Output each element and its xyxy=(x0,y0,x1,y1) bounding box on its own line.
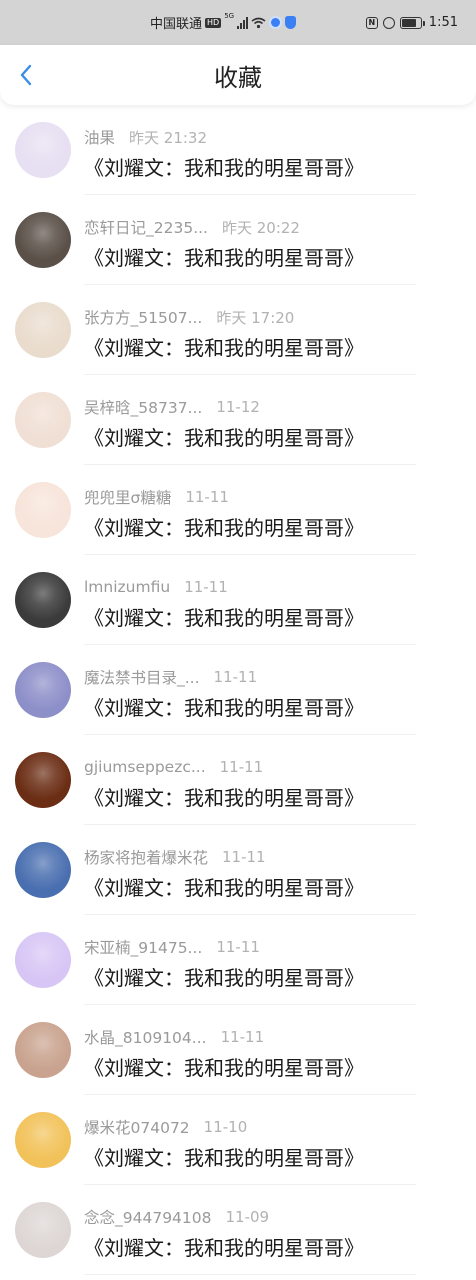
user-name[interactable]: 油果 xyxy=(84,126,115,148)
item-date: 11-09 xyxy=(225,1208,270,1226)
item-meta: 爆米花074072 11-10 xyxy=(84,1116,247,1138)
avatar[interactable] xyxy=(15,212,71,268)
user-name[interactable]: 魔法禁书目录_... xyxy=(84,666,200,688)
user-name[interactable]: 兜兜里σ糖糖 xyxy=(84,486,171,508)
item-meta: lmnizumfiu 11-11 xyxy=(84,576,228,598)
item-meta: 念念_944794108 11-09 xyxy=(84,1206,269,1228)
list-item[interactable]: gjiumseppezc... 11-11 《刘耀文：我和我的明星哥哥》 xyxy=(0,735,476,825)
user-name[interactable]: 张方方_51507... xyxy=(84,306,202,328)
item-date: 11-10 xyxy=(203,1118,248,1136)
list-item[interactable]: 兜兜里σ糖糖 11-11 《刘耀文：我和我的明星哥哥》 xyxy=(0,465,476,555)
item-meta: 油果 昨天 21:32 xyxy=(84,126,207,148)
avatar[interactable] xyxy=(15,662,71,718)
list-item[interactable]: 宋亚楠_91475... 11-11 《刘耀文：我和我的明星哥哥》 xyxy=(0,915,476,1005)
alarm-icon xyxy=(382,16,395,29)
book-title[interactable]: 《刘耀文：我和我的明星哥哥》 xyxy=(84,782,364,811)
status-right: N 1:51 xyxy=(365,0,458,45)
item-meta: 魔法禁书目录_... 11-11 xyxy=(84,666,257,688)
item-date: 11-11 xyxy=(185,488,229,506)
user-name[interactable]: 恋轩日记_2235... xyxy=(84,216,208,238)
list-item[interactable]: 水晶_8109104... 11-11 《刘耀文：我和我的明星哥哥》 xyxy=(0,1005,476,1095)
network-type-label: 5G xyxy=(224,12,235,20)
status-bar: 中国联通 HD 5G N 1:51 xyxy=(0,0,476,45)
user-name[interactable]: 念念_944794108 xyxy=(84,1206,212,1228)
battery-level xyxy=(401,18,417,27)
favorites-list: 油果 昨天 21:32 《刘耀文：我和我的明星哥哥》 恋轩日记_2235... 昨天 2… xyxy=(0,105,476,1275)
avatar[interactable] xyxy=(15,752,71,808)
item-meta: 杨家将抱着爆米花 11-11 xyxy=(84,846,266,868)
avatar[interactable] xyxy=(15,392,71,448)
item-meta: 兜兜里σ糖糖 11-11 xyxy=(84,486,229,508)
item-date: 11-12 xyxy=(216,398,260,416)
status-left: 中国联通 HD 5G xyxy=(150,0,297,45)
user-name[interactable]: 水晶_8109104... xyxy=(84,1026,207,1048)
user-name[interactable]: 吴梓晗_58737... xyxy=(84,396,202,418)
book-title[interactable]: 《刘耀文：我和我的明星哥哥》 xyxy=(84,422,364,451)
user-name[interactable]: lmnizumfiu xyxy=(84,578,170,596)
book-title[interactable]: 《刘耀文：我和我的明星哥哥》 xyxy=(84,152,364,181)
hd-icon: HD xyxy=(205,17,222,28)
security-shield-icon xyxy=(285,16,297,29)
avatar[interactable] xyxy=(15,932,71,988)
avatar[interactable] xyxy=(15,302,71,358)
item-date: 11-11 xyxy=(222,848,266,866)
book-title[interactable]: 《刘耀文：我和我的明星哥哥》 xyxy=(84,692,364,721)
item-meta: 吴梓晗_58737... 11-12 xyxy=(84,396,260,418)
item-date: 昨天 20:22 xyxy=(221,218,300,237)
item-meta: 水晶_8109104... 11-11 xyxy=(84,1026,264,1048)
book-title[interactable]: 《刘耀文：我和我的明星哥哥》 xyxy=(84,512,364,541)
book-title[interactable]: 《刘耀文：我和我的明星哥哥》 xyxy=(84,602,364,631)
avatar[interactable] xyxy=(15,122,71,178)
list-item[interactable]: lmnizumfiu 11-11 《刘耀文：我和我的明星哥哥》 xyxy=(0,555,476,645)
signal-strength-icon xyxy=(237,16,249,29)
divider xyxy=(84,1274,416,1275)
page-title: 收藏 xyxy=(214,63,262,92)
app-notification-icon xyxy=(269,16,283,29)
battery-icon xyxy=(399,16,425,29)
list-item[interactable]: 张方方_51507... 昨天 17:20 《刘耀文：我和我的明星哥哥》 xyxy=(0,285,476,375)
book-title[interactable]: 《刘耀文：我和我的明星哥哥》 xyxy=(84,332,364,361)
carrier-label: 中国联通 xyxy=(150,17,203,32)
user-name[interactable]: 杨家将抱着爆米花 xyxy=(84,846,208,868)
book-title[interactable]: 《刘耀文：我和我的明星哥哥》 xyxy=(84,872,364,901)
book-title[interactable]: 《刘耀文：我和我的明星哥哥》 xyxy=(84,1232,364,1261)
item-date: 昨天 21:32 xyxy=(129,128,208,147)
item-date: 11-11 xyxy=(220,1028,265,1046)
user-name[interactable]: gjiumseppezc... xyxy=(84,758,206,776)
item-meta: 张方方_51507... 昨天 17:20 xyxy=(84,306,294,328)
clock: 1:51 xyxy=(428,15,458,30)
item-meta: 宋亚楠_91475... 11-11 xyxy=(84,936,260,958)
item-date: 11-11 xyxy=(216,938,260,956)
list-item[interactable]: 油果 昨天 21:32 《刘耀文：我和我的明星哥哥》 xyxy=(0,105,476,195)
item-meta: 恋轩日记_2235... 昨天 20:22 xyxy=(84,216,300,238)
avatar[interactable] xyxy=(15,572,71,628)
book-title[interactable]: 《刘耀文：我和我的明星哥哥》 xyxy=(84,242,364,271)
list-item[interactable]: 爆米花074072 11-10 《刘耀文：我和我的明星哥哥》 xyxy=(0,1095,476,1185)
list-item[interactable]: 杨家将抱着爆米花 11-11 《刘耀文：我和我的明星哥哥》 xyxy=(0,825,476,915)
book-title[interactable]: 《刘耀文：我和我的明星哥哥》 xyxy=(84,1052,364,1081)
list-item[interactable]: 魔法禁书目录_... 11-11 《刘耀文：我和我的明星哥哥》 xyxy=(0,645,476,735)
header: 收藏 xyxy=(0,45,476,105)
item-date: 11-11 xyxy=(219,758,264,776)
item-date: 11-11 xyxy=(213,668,258,686)
list-item[interactable]: 恋轩日记_2235... 昨天 20:22 《刘耀文：我和我的明星哥哥》 xyxy=(0,195,476,285)
avatar[interactable] xyxy=(15,1112,71,1168)
wifi-icon xyxy=(251,17,266,29)
nfc-icon: N xyxy=(365,16,378,29)
list-item[interactable]: 吴梓晗_58737... 11-12 《刘耀文：我和我的明星哥哥》 xyxy=(0,375,476,465)
avatar[interactable] xyxy=(15,842,71,898)
back-chevron-icon xyxy=(20,64,32,86)
book-title[interactable]: 《刘耀文：我和我的明星哥哥》 xyxy=(84,962,364,991)
avatar[interactable] xyxy=(15,1202,71,1258)
book-title[interactable]: 《刘耀文：我和我的明星哥哥》 xyxy=(84,1142,364,1171)
avatar[interactable] xyxy=(15,1022,71,1078)
list-item[interactable]: 念念_944794108 11-09 《刘耀文：我和我的明星哥哥》 xyxy=(0,1185,476,1275)
user-name[interactable]: 爆米花074072 xyxy=(84,1116,190,1138)
back-button[interactable] xyxy=(10,59,42,91)
item-meta: gjiumseppezc... 11-11 xyxy=(84,756,263,778)
item-date: 昨天 17:20 xyxy=(216,308,295,327)
item-date: 11-11 xyxy=(184,578,228,596)
avatar[interactable] xyxy=(15,482,71,538)
user-name[interactable]: 宋亚楠_91475... xyxy=(84,936,202,958)
